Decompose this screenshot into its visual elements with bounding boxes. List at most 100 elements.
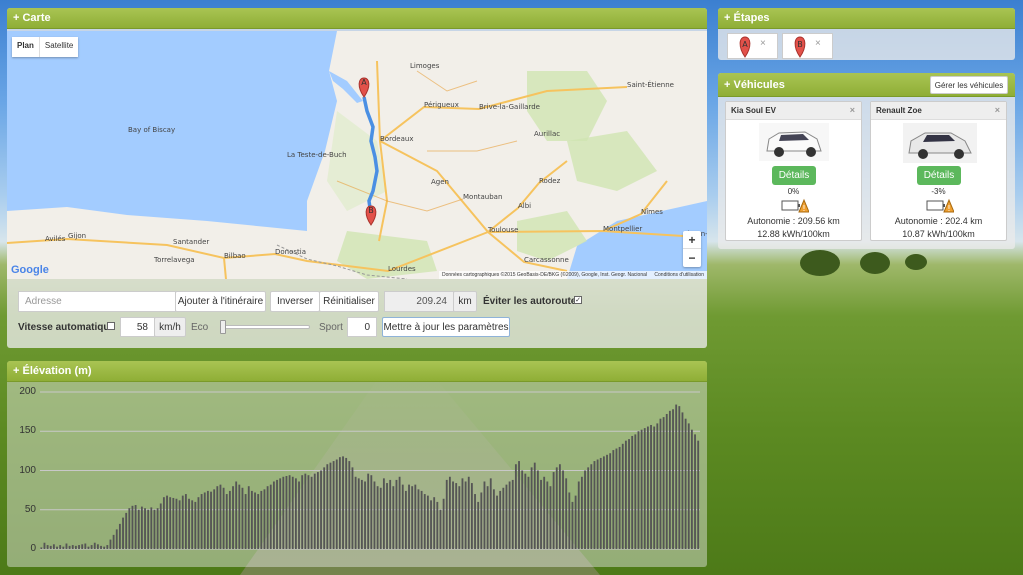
- terms-link[interactable]: Conditions d'utilisation: [654, 272, 704, 278]
- reverse-button[interactable]: Inverser: [270, 291, 320, 312]
- speed-input[interactable]: 58: [120, 317, 155, 337]
- elevation-bar: [480, 492, 483, 549]
- vehicle-close-button[interactable]: ×: [850, 105, 855, 115]
- elevation-bar: [508, 481, 511, 549]
- eco-sport-slider[interactable]: [220, 320, 310, 334]
- svg-text:B: B: [368, 206, 374, 215]
- elevation-bar: [222, 487, 225, 549]
- elevation-bar: [392, 486, 395, 549]
- svg-text:A: A: [742, 40, 748, 49]
- details-button[interactable]: Détails: [917, 166, 961, 185]
- elevation-bar: [78, 545, 80, 549]
- elevation-bar: [59, 545, 62, 549]
- elevation-bar: [134, 505, 137, 549]
- elevation-chart: [40, 391, 700, 550]
- elevation-bar: [379, 487, 382, 549]
- reset-button[interactable]: Réinitialiser: [319, 291, 379, 312]
- elevation-bar: [483, 481, 486, 549]
- elevation-bar: [56, 546, 58, 549]
- address-input[interactable]: Adresse: [18, 291, 176, 312]
- elevation-bar: [131, 505, 134, 549]
- elevation-bar: [65, 543, 68, 549]
- elevation-bar: [320, 470, 322, 549]
- city-label: Toulouse: [487, 226, 518, 234]
- background-tree: [905, 254, 927, 270]
- elevation-bar: [546, 481, 549, 549]
- update-settings-button[interactable]: Mettre à jour les paramètres: [382, 317, 510, 337]
- elevation-bar: [316, 472, 319, 549]
- add-to-route-button[interactable]: Ajouter à l'itinéraire: [175, 291, 266, 312]
- elevation-bar: [584, 470, 586, 549]
- avoid-highways-checkbox[interactable]: ✓: [574, 296, 582, 304]
- elevation-bar: [612, 450, 615, 549]
- elevation-bar: [624, 440, 627, 549]
- distance-unit: km: [453, 291, 477, 312]
- elevation-bar: [678, 406, 681, 549]
- elevation-bar: [100, 545, 102, 549]
- map-canvas[interactable]: Bordeaux Toulouse Montpellier Bilbao Santand…: [7, 31, 707, 279]
- auto-speed-checkbox[interactable]: [107, 322, 115, 330]
- elevation-bar: [235, 481, 238, 549]
- elevation-bar: [87, 546, 90, 549]
- elevation-bar: [401, 484, 404, 549]
- city-label: La Teste-de-Buch: [287, 151, 347, 159]
- elevation-bar: [580, 476, 583, 549]
- manage-vehicles-button[interactable]: Gérer les véhicules: [930, 76, 1008, 94]
- elevation-bar: [162, 497, 165, 549]
- elevation-bar: [71, 545, 74, 549]
- elevation-bar: [175, 498, 178, 549]
- elevation-bar: [266, 486, 269, 549]
- map-view[interactable]: Bordeaux Toulouse Montpellier Bilbao Santand…: [7, 31, 707, 279]
- elevation-bar: [147, 509, 150, 549]
- elevation-bar: [68, 545, 71, 549]
- svg-text:!: !: [802, 204, 805, 213]
- zoom-in-button[interactable]: +: [683, 231, 701, 249]
- city-label: Donostia: [275, 248, 306, 256]
- elevation-bar: [301, 475, 304, 549]
- elevation-bar: [106, 545, 109, 549]
- elevation-bar: [533, 462, 536, 549]
- elevation-bar: [244, 494, 247, 549]
- elevation-header[interactable]: + Élévation (m): [7, 361, 707, 382]
- elevation-bar: [357, 478, 360, 549]
- autonomie: Autonomie : 202.4 km: [894, 216, 983, 226]
- elevation-bar: [543, 476, 546, 549]
- carte-header[interactable]: + Carte: [7, 8, 707, 29]
- etape-item-b[interactable]: B ×: [782, 33, 833, 59]
- elevation-bar: [376, 486, 379, 549]
- city-label: Limoges: [410, 62, 440, 70]
- elevation-bar: [389, 479, 392, 549]
- city-label: Bilbao: [224, 252, 246, 260]
- map-type-satellite[interactable]: Satellite: [38, 37, 78, 57]
- sport-value-input[interactable]: 0: [347, 317, 377, 337]
- zoom-out-button[interactable]: −: [683, 249, 701, 267]
- map-type-plan[interactable]: Plan: [12, 37, 39, 57]
- etape-item-a[interactable]: A ×: [727, 33, 778, 59]
- elevation-bar: [216, 486, 219, 549]
- etape-a-remove-button[interactable]: ×: [760, 38, 766, 49]
- elevation-bar: [697, 440, 700, 549]
- elevation-bar: [423, 494, 426, 549]
- elevation-bar: [144, 508, 146, 549]
- elevation-bar: [351, 467, 354, 549]
- etape-b-remove-button[interactable]: ×: [815, 38, 821, 49]
- elevation-bar: [562, 470, 564, 549]
- slider-handle[interactable]: [220, 320, 226, 334]
- elevation-bar: [228, 490, 231, 549]
- details-button[interactable]: Détails: [772, 166, 816, 185]
- car-image: [759, 123, 829, 161]
- elevation-bar: [681, 412, 684, 549]
- vehicle-close-button[interactable]: ×: [995, 105, 1000, 115]
- elevation-bar: [628, 439, 630, 549]
- elevation-bar: [524, 473, 527, 549]
- elevation-bar: [596, 459, 599, 549]
- car-image: [903, 123, 977, 163]
- etapes-header[interactable]: + Étapes: [718, 8, 1015, 29]
- elevation-bar: [675, 404, 678, 549]
- elevation-bar: [684, 418, 687, 549]
- elevation-bar: [395, 479, 398, 549]
- map-type-control: Plan Satellite: [12, 37, 79, 57]
- elevation-bar: [276, 479, 278, 549]
- elevation-bar: [335, 459, 338, 549]
- marker-a: A: [358, 77, 370, 98]
